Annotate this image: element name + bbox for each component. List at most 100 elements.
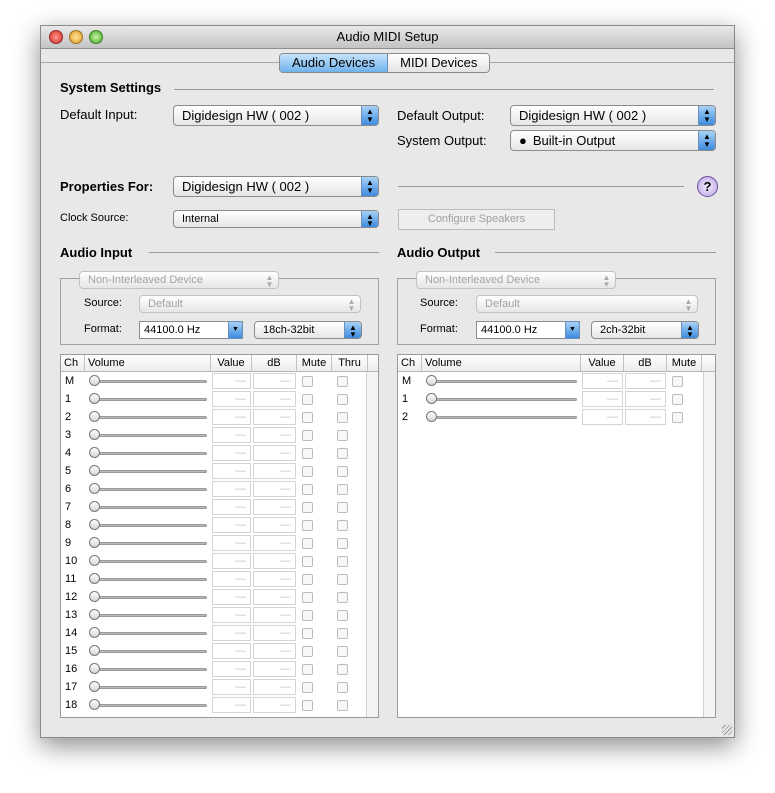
slider-knob[interactable] — [89, 681, 100, 692]
volume-slider[interactable] — [428, 380, 577, 383]
mute-checkbox[interactable] — [302, 700, 313, 711]
volume-slider[interactable] — [91, 686, 207, 689]
slider-knob[interactable] — [89, 537, 100, 548]
audio-output-format-select[interactable]: 2ch-32bit ▲ ▼ — [591, 321, 699, 339]
thru-checkbox[interactable] — [337, 430, 348, 441]
audio-input-format-select[interactable]: 18ch-32bit ▲ ▼ — [254, 321, 362, 339]
properties-for-select[interactable]: Digidesign HW ( 002 ) ▲ ▼ — [173, 176, 379, 197]
volume-slider[interactable] — [91, 452, 207, 455]
thru-checkbox[interactable] — [337, 394, 348, 405]
mute-checkbox[interactable] — [302, 646, 313, 657]
slider-knob[interactable] — [89, 591, 100, 602]
thru-checkbox[interactable] — [337, 574, 348, 585]
column-header-value[interactable]: Value — [211, 355, 252, 371]
column-header-volume[interactable]: Volume — [422, 355, 581, 371]
mute-checkbox[interactable] — [302, 664, 313, 675]
slider-knob[interactable] — [89, 429, 100, 440]
thru-checkbox[interactable] — [337, 682, 348, 693]
thru-checkbox[interactable] — [337, 646, 348, 657]
mute-checkbox[interactable] — [302, 484, 313, 495]
slider-knob[interactable] — [89, 555, 100, 566]
column-header-db[interactable]: dB — [252, 355, 297, 371]
thru-checkbox[interactable] — [337, 592, 348, 603]
slider-knob[interactable] — [89, 519, 100, 530]
mute-checkbox[interactable] — [302, 430, 313, 441]
thru-checkbox[interactable] — [337, 412, 348, 423]
slider-knob[interactable] — [426, 375, 437, 386]
column-header-ch[interactable]: Ch — [61, 355, 85, 371]
zoom-button[interactable] — [89, 30, 103, 44]
slider-knob[interactable] — [89, 645, 100, 656]
thru-checkbox[interactable] — [337, 556, 348, 567]
mute-checkbox[interactable] — [672, 412, 683, 423]
tab-midi-devices[interactable]: MIDI Devices — [388, 54, 490, 72]
column-header-db[interactable]: dB — [624, 355, 667, 371]
thru-checkbox[interactable] — [337, 664, 348, 675]
audio-input-rate-combo[interactable]: 44100.0 Hz ▼ — [139, 321, 243, 339]
mute-checkbox[interactable] — [302, 538, 313, 549]
volume-slider[interactable] — [91, 542, 207, 545]
column-header-thru[interactable]: Thru — [332, 355, 368, 371]
scrollbar[interactable] — [703, 372, 715, 717]
column-header-mute[interactable]: Mute — [297, 355, 332, 371]
slider-knob[interactable] — [89, 447, 100, 458]
mute-checkbox[interactable] — [302, 556, 313, 567]
volume-slider[interactable] — [91, 398, 207, 401]
volume-slider[interactable] — [91, 488, 207, 491]
slider-knob[interactable] — [89, 483, 100, 494]
volume-slider[interactable] — [91, 506, 207, 509]
slider-knob[interactable] — [89, 573, 100, 584]
volume-slider[interactable] — [91, 560, 207, 563]
mute-checkbox[interactable] — [302, 610, 313, 621]
thru-checkbox[interactable] — [337, 502, 348, 513]
mute-checkbox[interactable] — [302, 502, 313, 513]
mute-checkbox[interactable] — [302, 574, 313, 585]
column-header-value[interactable]: Value — [581, 355, 624, 371]
thru-checkbox[interactable] — [337, 466, 348, 477]
scrollbar[interactable] — [366, 372, 378, 717]
configure-speakers-button[interactable]: Configure Speakers — [398, 209, 555, 230]
volume-slider[interactable] — [91, 416, 207, 419]
minimize-button[interactable] — [69, 30, 83, 44]
slider-knob[interactable] — [89, 609, 100, 620]
mute-checkbox[interactable] — [672, 394, 683, 405]
mute-checkbox[interactable] — [302, 448, 313, 459]
volume-slider[interactable] — [91, 380, 207, 383]
slider-knob[interactable] — [426, 393, 437, 404]
mute-checkbox[interactable] — [302, 628, 313, 639]
resize-grip-icon[interactable] — [722, 725, 732, 735]
volume-slider[interactable] — [91, 434, 207, 437]
volume-slider[interactable] — [91, 614, 207, 617]
clock-source-select[interactable]: Internal ▲ ▼ — [173, 210, 379, 228]
slider-knob[interactable] — [89, 663, 100, 674]
mute-checkbox[interactable] — [302, 466, 313, 477]
column-header-mute[interactable]: Mute — [667, 355, 702, 371]
tab-audio-devices[interactable]: Audio Devices — [280, 54, 389, 72]
audio-output-rate-combo[interactable]: 44100.0 Hz ▼ — [476, 321, 580, 339]
mute-checkbox[interactable] — [302, 394, 313, 405]
volume-slider[interactable] — [91, 704, 207, 707]
thru-checkbox[interactable] — [337, 700, 348, 711]
slider-knob[interactable] — [89, 465, 100, 476]
default-input-select[interactable]: Digidesign HW ( 002 ) ▲ ▼ — [173, 105, 379, 126]
column-header-ch[interactable]: Ch — [398, 355, 422, 371]
system-output-select[interactable]: ● Built-in Output ▲ ▼ — [510, 130, 716, 151]
slider-knob[interactable] — [89, 699, 100, 710]
slider-knob[interactable] — [426, 411, 437, 422]
chevron-down-icon[interactable]: ▼ — [565, 321, 580, 339]
volume-slider[interactable] — [91, 578, 207, 581]
slider-knob[interactable] — [89, 375, 100, 386]
volume-slider[interactable] — [91, 650, 207, 653]
mute-checkbox[interactable] — [672, 376, 683, 387]
default-output-select[interactable]: Digidesign HW ( 002 ) ▲ ▼ — [510, 105, 716, 126]
thru-checkbox[interactable] — [337, 628, 348, 639]
volume-slider[interactable] — [91, 632, 207, 635]
volume-slider[interactable] — [91, 470, 207, 473]
volume-slider[interactable] — [428, 398, 577, 401]
volume-slider[interactable] — [91, 668, 207, 671]
chevron-down-icon[interactable]: ▼ — [228, 321, 243, 339]
slider-knob[interactable] — [89, 393, 100, 404]
thru-checkbox[interactable] — [337, 484, 348, 495]
mute-checkbox[interactable] — [302, 376, 313, 387]
volume-slider[interactable] — [428, 416, 577, 419]
